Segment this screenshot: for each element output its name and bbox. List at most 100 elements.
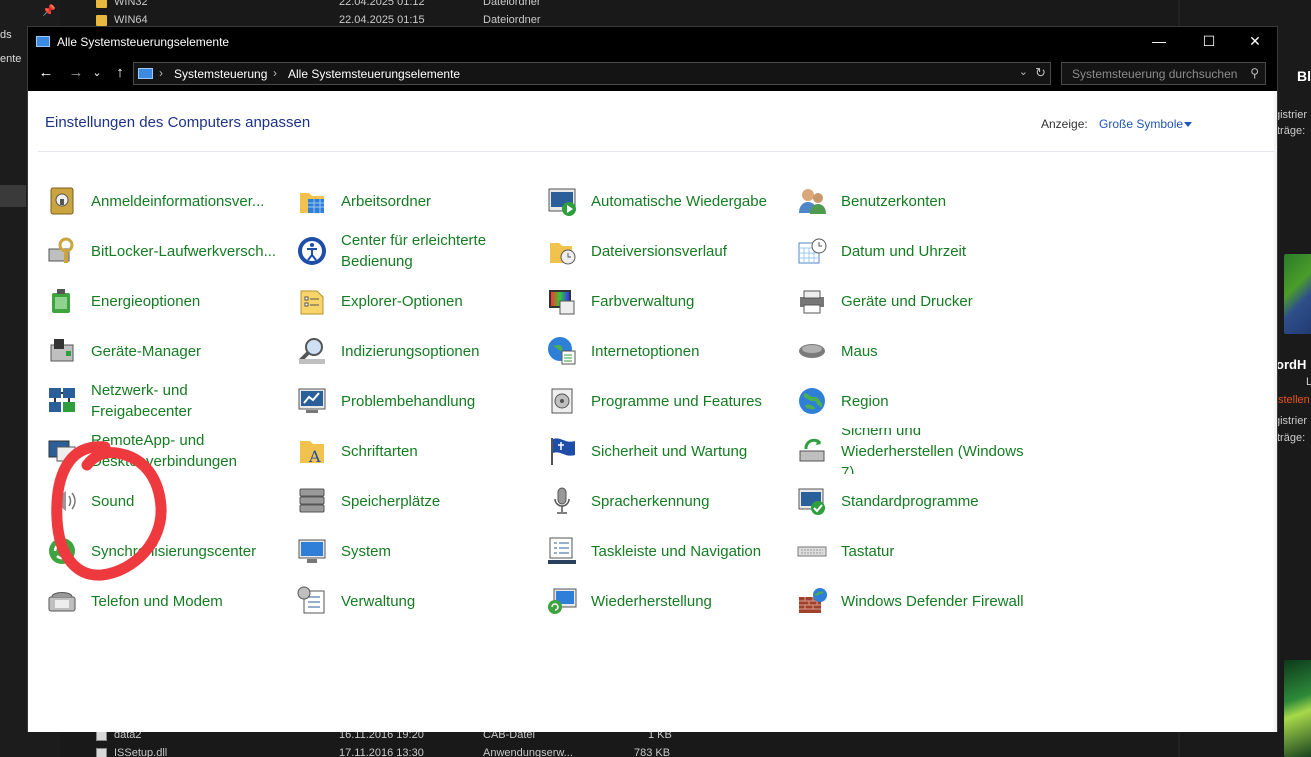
control-panel-item-label[interactable]: Standardprogramme <box>841 478 1036 524</box>
control-panel-item-phone-modem[interactable]: Telefon und Modem <box>46 578 291 624</box>
control-panel-item-label[interactable]: Schriftarten <box>341 428 536 474</box>
control-panel-item-devices-printers[interactable]: Geräte und Drucker <box>796 278 1041 324</box>
address-bar[interactable]: › Systemsteuerung › Alle Systemsteuerung… <box>133 62 1051 85</box>
control-panel-item-date-time[interactable]: Datum und Uhrzeit <box>796 228 1041 274</box>
control-panel-item-user-accounts[interactable]: Benutzerkonten <box>796 178 1041 224</box>
control-panel-item-label[interactable]: Anmeldeinformationsver... <box>91 178 286 224</box>
control-panel-item-label[interactable]: Synchronisierungscenter <box>91 528 286 574</box>
control-panel-item-sync-center[interactable]: Synchronisierungscenter <box>46 528 291 574</box>
recent-locations-button[interactable]: ⌄ <box>90 63 104 83</box>
control-panel-item-label[interactable]: System <box>341 528 536 574</box>
control-panel-item-system[interactable]: System <box>296 528 541 574</box>
control-panel-item-label[interactable]: Benutzerkonten <box>841 178 1036 224</box>
chevron-right-icon[interactable]: › <box>273 66 277 80</box>
control-panel-item-work-folders[interactable]: Arbeitsordner <box>296 178 541 224</box>
forward-button[interactable]: → <box>66 63 86 83</box>
control-panel-item-autoplay[interactable]: Automatische Wiedergabe <box>546 178 791 224</box>
control-panel-item-label[interactable]: Internetoptionen <box>591 328 786 374</box>
item-label-text: Telefon und Modem <box>91 592 223 610</box>
control-panel-item-label[interactable]: Telefon und Modem <box>91 578 286 624</box>
control-panel-item-keyboard[interactable]: Tastatur <box>796 528 1041 574</box>
control-panel-item-storage-spaces[interactable]: Speicherplätze <box>296 478 541 524</box>
search-input[interactable]: Systemsteuerung durchsuchen ⚲ <box>1061 62 1266 85</box>
maximize-button[interactable]: ☐ <box>1186 27 1232 56</box>
control-panel-item-explorer-options[interactable]: Explorer-Optionen <box>296 278 541 324</box>
control-panel-item-label[interactable]: Explorer-Optionen <box>341 278 536 324</box>
control-panel-item-label[interactable]: Windows Defender Firewall <box>841 578 1036 624</box>
control-panel-item-label[interactable]: Spracherkennung <box>591 478 786 524</box>
control-panel-item-mouse[interactable]: Maus <box>796 328 1041 374</box>
control-panel-item-internet-options[interactable]: Internetoptionen <box>546 328 791 374</box>
control-panel-item-programs-features[interactable]: Programme und Features <box>546 378 791 424</box>
power-options-icon <box>52 289 70 313</box>
breadcrumb-systemsteuerung[interactable]: Systemsteuerung <box>174 67 267 81</box>
control-panel-item-bitlocker[interactable]: BitLocker-Laufwerkversch... <box>46 228 291 274</box>
control-panel-item-label[interactable]: Geräte-Manager <box>91 328 286 374</box>
control-panel-item-label[interactable]: BitLocker-Laufwerkversch... <box>91 228 286 274</box>
refresh-icon[interactable]: ↻ <box>1035 65 1046 81</box>
caret-down-icon[interactable] <box>1184 122 1192 127</box>
control-panel-item-backup-restore[interactable]: Sichern und Wiederherstellen (Windows 7) <box>796 428 1041 474</box>
control-panel-item-taskbar-navigation[interactable]: Taskleiste und Navigation <box>546 528 791 574</box>
minimize-button[interactable]: — <box>1136 27 1182 56</box>
control-panel-item-fonts[interactable]: A Schriftarten <box>296 428 541 474</box>
control-panel-item-label[interactable]: RemoteApp- und Desktopverbindungen <box>91 428 286 474</box>
control-panel-item-label[interactable]: Energieoptionen <box>91 278 286 324</box>
control-panel-item-sound[interactable]: Sound <box>46 478 291 524</box>
control-panel-item-label[interactable]: Farbverwaltung <box>591 278 786 324</box>
control-panel-item-label[interactable]: Programme und Features <box>591 378 786 424</box>
control-panel-item-file-history[interactable]: Dateiversionsverlauf <box>546 228 791 274</box>
control-panel-item-label[interactable]: Indizierungsoptionen <box>341 328 536 374</box>
title-bar[interactable]: Alle Systemsteuerungselemente — ☐ ✕ <box>28 27 1277 56</box>
control-panel-item-label[interactable]: Dateiversionsverlauf <box>591 228 786 274</box>
thumbnail-image[interactable] <box>1284 660 1311 757</box>
scrollbar[interactable] <box>1274 91 1277 732</box>
control-panel-item-label[interactable]: Region <box>841 378 1036 424</box>
control-panel-item-ease-of-access[interactable]: Center für erleichterte Bedienung <box>296 228 541 274</box>
control-panel-item-label[interactable]: Center für erleichterte Bedienung <box>341 228 536 274</box>
close-button[interactable]: ✕ <box>1232 27 1278 56</box>
control-panel-item-label[interactable]: Problembehandlung <box>341 378 536 424</box>
file-row[interactable]: WIN32 22.04.2025 01:12 Dateiordner <box>60 0 1180 12</box>
control-panel-item-remoteapp[interactable]: RemoteApp- und Desktopverbindungen <box>46 428 291 474</box>
control-panel-item-color-management[interactable]: Farbverwaltung <box>546 278 791 324</box>
view-dropdown[interactable]: Große Symbole <box>1099 117 1183 131</box>
chevron-down-icon[interactable]: ⌄ <box>1019 65 1028 78</box>
control-panel-item-recovery[interactable]: Wiederherstellung <box>546 578 791 624</box>
control-panel-item-label[interactable]: Automatische Wiedergabe <box>591 178 786 224</box>
control-panel-item-speech-recognition[interactable]: Spracherkennung <box>546 478 791 524</box>
control-panel-item-power-options[interactable]: Energieoptionen <box>46 278 291 324</box>
control-panel-item-label[interactable]: Wiederherstellung <box>591 578 786 624</box>
control-panel-item-label[interactable]: Netzwerk- und Freigabecenter <box>91 378 286 424</box>
control-panel-item-administrative-tools[interactable]: Verwaltung <box>296 578 541 624</box>
item-label-text: Benutzerkonten <box>841 192 947 210</box>
control-panel-item-label[interactable]: Taskleiste und Navigation <box>591 528 786 574</box>
control-panel-item-credential-manager[interactable]: Anmeldeinformationsver... <box>46 178 291 224</box>
breadcrumb-current[interactable]: Alle Systemsteuerungselemente <box>288 67 460 81</box>
control-panel-item-label[interactable]: Sicherheit und Wartung <box>591 428 786 474</box>
control-panel-item-label[interactable]: Tastatur <box>841 528 1036 574</box>
control-panel-item-label[interactable]: Maus <box>841 328 1036 374</box>
thumbnail-image[interactable] <box>1284 254 1311 334</box>
control-panel-item-label[interactable]: Sichern und Wiederherstellen (Windows 7) <box>841 428 1036 474</box>
control-panel-item-label[interactable]: Arbeitsordner <box>341 178 536 224</box>
control-panel-item-label[interactable]: Verwaltung <box>341 578 536 624</box>
control-panel-item-troubleshooting[interactable]: Problembehandlung <box>296 378 541 424</box>
control-panel-item-default-programs[interactable]: Standardprogramme <box>796 478 1041 524</box>
control-panel-item-security-maintenance[interactable]: Sicherheit und Wartung <box>546 428 791 474</box>
back-button[interactable]: ← <box>36 63 56 83</box>
control-panel-item-label[interactable]: Geräte und Drucker <box>841 278 1036 324</box>
control-panel-item-label[interactable]: Datum und Uhrzeit <box>841 228 1036 274</box>
search-icon[interactable]: ⚲ <box>1250 66 1259 80</box>
control-panel-item-label[interactable]: Sound <box>91 478 286 524</box>
control-panel-item-firewall[interactable]: Windows Defender Firewall <box>796 578 1041 624</box>
control-panel-item-indexing-options[interactable]: Indizierungsoptionen <box>296 328 541 374</box>
control-panel-item-network-sharing[interactable]: Netzwerk- und Freigabecenter <box>46 378 291 424</box>
file-row[interactable]: ISSetup.dll 17.11.2016 13:30 Anwendungse… <box>60 745 1180 757</box>
control-panel-item-label[interactable]: Speicherplätze <box>341 478 536 524</box>
control-panel-icon <box>36 36 50 47</box>
up-button[interactable]: ↑ <box>110 63 130 83</box>
chevron-right-icon[interactable]: › <box>159 66 163 80</box>
control-panel-item-device-manager[interactable]: Geräte-Manager <box>46 328 291 374</box>
control-panel-item-region[interactable]: Region <box>796 378 1041 424</box>
